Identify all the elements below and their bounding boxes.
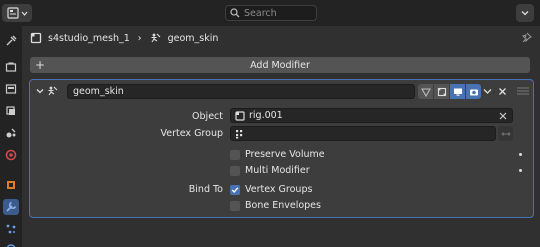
properties-editor-icon — [6, 7, 19, 19]
modifier-icon[interactable] — [3, 199, 19, 215]
modifier-visibility-toggles — [418, 84, 481, 99]
breadcrumb-modifier-name: geom_skin — [167, 32, 219, 44]
on-cage-icon — [420, 87, 431, 97]
bone-envelopes-checkbox[interactable]: Bone Envelopes — [230, 200, 321, 211]
physics-icon[interactable] — [3, 241, 19, 247]
render-toggle[interactable] — [466, 84, 481, 99]
editor-type-selector[interactable] — [2, 4, 32, 22]
checkbox-box[interactable] — [230, 149, 240, 160]
vertex-groups-checkbox[interactable]: Vertex Groups — [230, 184, 312, 195]
modifier-name-value: geom_skin — [73, 86, 124, 97]
invert-vertex-group-button[interactable] — [498, 126, 513, 141]
modifier-panel-header: geom_skin — [30, 80, 533, 102]
drag-handle-icon[interactable] — [517, 87, 529, 95]
output-icon[interactable] — [3, 81, 19, 97]
monitor-icon — [453, 88, 462, 96]
close-icon[interactable] — [498, 87, 507, 96]
bone-envelopes-label: Bone Envelopes — [245, 200, 321, 211]
plus-icon: + — [35, 58, 46, 72]
edit-mode-toggle[interactable] — [434, 84, 449, 99]
breadcrumb-separator-icon: › — [137, 32, 142, 44]
particles-icon[interactable] — [3, 221, 19, 237]
scene-icon[interactable] — [3, 125, 19, 141]
search-icon — [230, 8, 240, 18]
object-field[interactable]: rig.001 — [230, 108, 513, 123]
view-layer-icon[interactable] — [3, 103, 19, 119]
clear-field-icon[interactable] — [499, 112, 507, 120]
keyframe-dot-icon[interactable] — [519, 169, 522, 172]
object-label: Object — [192, 111, 223, 122]
keyframe-dot-icon[interactable] — [519, 153, 522, 156]
edit-mode-icon — [437, 87, 446, 96]
object-value: rig.001 — [249, 110, 283, 121]
armature-modifier-panel: geom_skin Object rig.001 Vertex Group Pr… — [29, 79, 534, 218]
checkmark-icon — [231, 186, 239, 193]
collapse-chevron-icon[interactable] — [36, 87, 44, 95]
chevron-down-icon[interactable] — [483, 87, 492, 96]
object-data-icon — [235, 110, 245, 121]
preserve-volume-label: Preserve Volume — [245, 149, 325, 160]
armature-modifier-icon — [48, 86, 58, 96]
search-input[interactable] — [244, 7, 310, 19]
vertex-groups-label: Vertex Groups — [245, 184, 313, 195]
search-field[interactable] — [225, 5, 317, 21]
on-cage-toggle[interactable] — [418, 84, 433, 99]
properties-header — [0, 0, 540, 26]
checkbox-box[interactable] — [230, 165, 240, 176]
camera-icon — [469, 89, 478, 95]
checkbox-box-checked[interactable] — [230, 184, 240, 195]
world-icon[interactable] — [3, 147, 19, 163]
breadcrumb: s4studio_mesh_1 › geom_skin — [22, 26, 540, 50]
preserve-volume-checkbox[interactable]: Preserve Volume — [230, 149, 325, 160]
pin-icon[interactable] — [521, 32, 532, 43]
vertex-group-field[interactable] — [230, 126, 496, 141]
multi-modifier-label: Multi Modifier — [245, 165, 310, 176]
checkbox-box[interactable] — [230, 200, 240, 211]
swap-arrows-icon — [500, 131, 511, 136]
vertex-group-icon — [236, 129, 243, 138]
armature-modifier-icon — [151, 33, 160, 43]
mesh-object-icon — [30, 32, 42, 44]
object-icon[interactable] — [3, 177, 19, 193]
options-dropdown-button[interactable] — [516, 4, 534, 22]
tool-icon[interactable] — [3, 33, 19, 49]
render-icon[interactable] — [3, 59, 19, 75]
vertex-group-label: Vertex Group — [160, 128, 223, 139]
chevron-down-icon — [521, 11, 529, 16]
bind-to-label: Bind To — [188, 184, 223, 195]
add-modifier-button[interactable]: + Add Modifier — [30, 57, 530, 73]
chevron-down-icon — [21, 11, 27, 16]
viewport-display-toggle[interactable] — [450, 84, 465, 99]
multi-modifier-checkbox[interactable]: Multi Modifier — [230, 165, 310, 176]
modifier-name-field[interactable]: geom_skin — [67, 84, 415, 99]
properties-tab-bar — [0, 26, 22, 247]
add-modifier-label: Add Modifier — [250, 59, 310, 71]
breadcrumb-object-name: s4studio_mesh_1 — [48, 32, 130, 44]
